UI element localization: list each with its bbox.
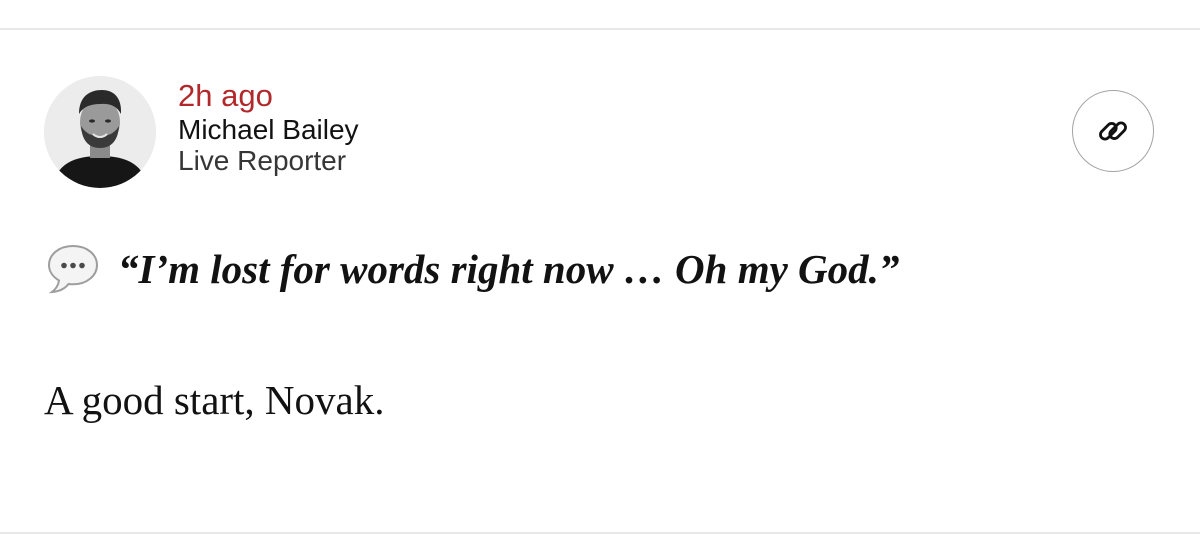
author-photo	[44, 76, 156, 188]
author-name[interactable]: Michael Bailey	[178, 114, 359, 145]
quote-block: “I’m lost for words right now … Oh my Go…	[44, 240, 899, 298]
copy-link-button[interactable]	[1072, 90, 1154, 172]
post-timestamp: 2h ago	[178, 78, 273, 113]
pull-quote: “I’m lost for words right now … Oh my Go…	[118, 246, 900, 292]
author-role: Live Reporter	[178, 145, 347, 176]
top-divider	[0, 28, 1200, 30]
author-avatar	[44, 76, 156, 188]
post-meta: 2h ago Michael Bailey Live Reporter	[178, 78, 359, 177]
bottom-divider	[0, 532, 1200, 534]
speech-bubble-icon	[47, 244, 99, 294]
link-icon	[1099, 121, 1127, 141]
post-body: A good start, Novak.	[44, 377, 385, 423]
